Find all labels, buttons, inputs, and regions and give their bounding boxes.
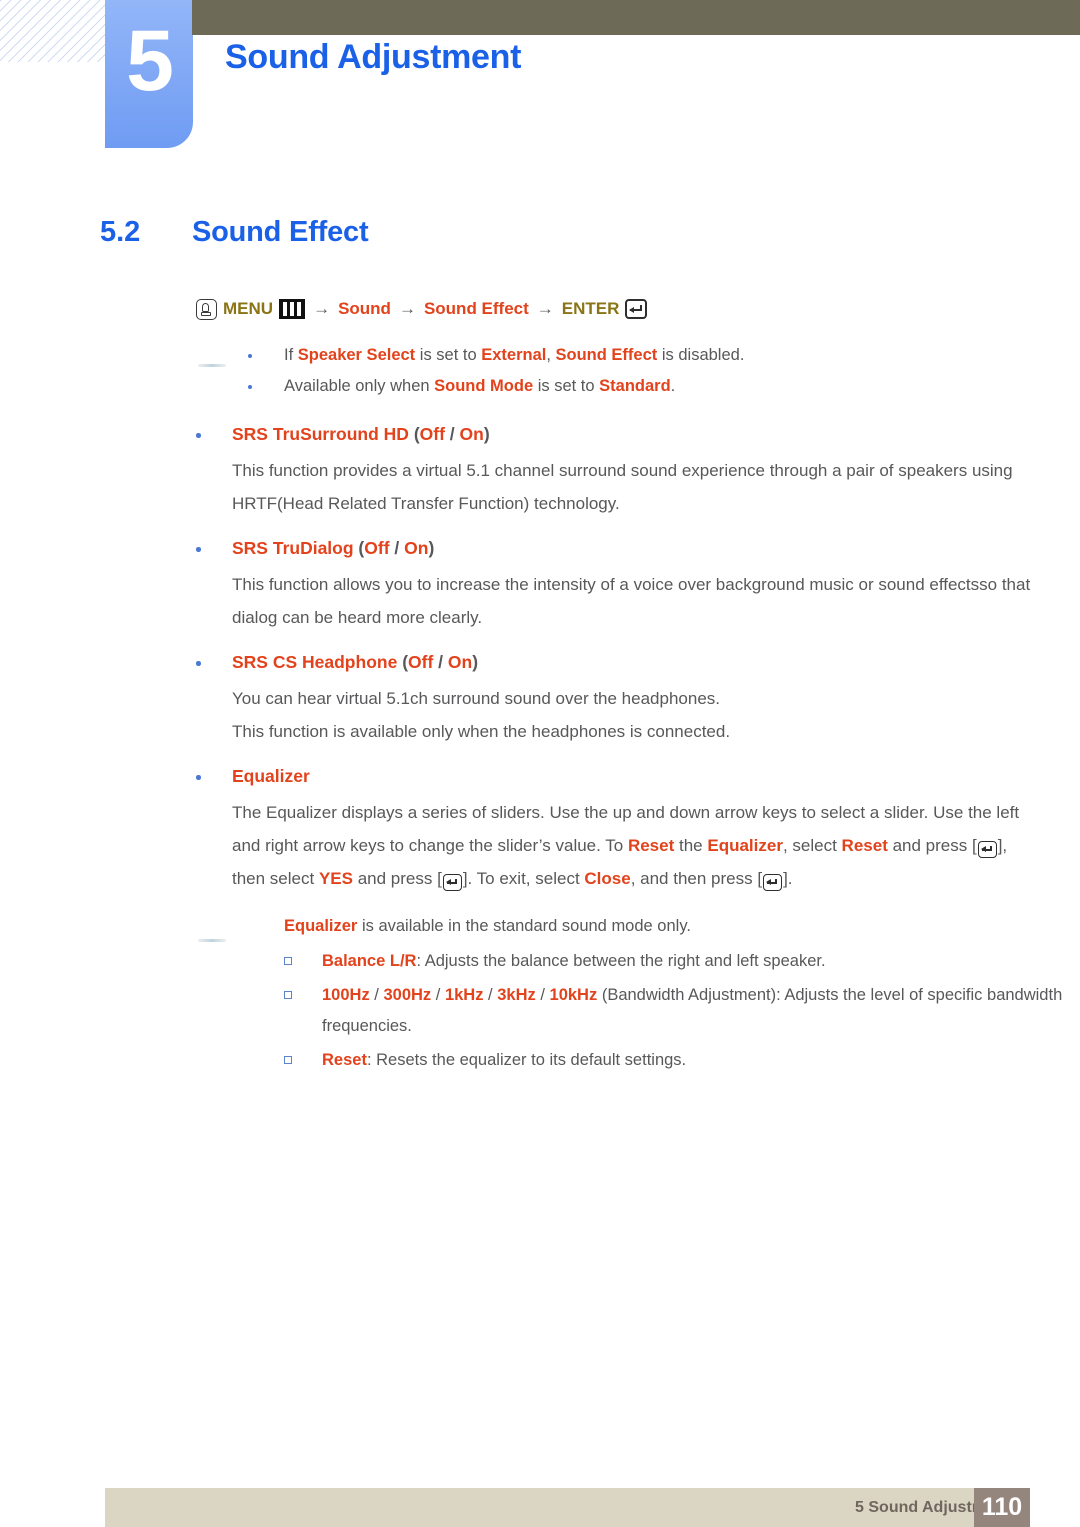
top-notes: If Speaker Select is set to External, So… (0, 340, 1080, 402)
note-item: If Speaker Select is set to External, So… (248, 340, 1080, 371)
chapter-number: 5 (126, 13, 174, 109)
eq-kw-equalizer: Equalizer (707, 836, 783, 855)
item-options: (Off / On) (413, 424, 490, 444)
section-heading: 5.2 Sound Effect (100, 216, 369, 249)
chapter-number-block: 5 (105, 0, 193, 148)
bullet-dot-icon (196, 661, 201, 666)
enter-return-icon (977, 841, 997, 859)
menu-path-enter-label: ENTER (561, 299, 620, 318)
item-title-text: Equalizer (232, 766, 310, 786)
path-arrow-2: → (398, 299, 416, 318)
item-title: SRS TruSurround HD (Off / On) (232, 419, 1080, 450)
eq-kw-yes: YES (318, 869, 353, 888)
equalizer-note: Equalizer is available in the standard s… (284, 911, 1080, 942)
eq-kw-close: Close (584, 869, 631, 888)
list-item-srs-cs-headphone: SRS CS Headphone (Off / On) (196, 647, 1080, 678)
freq-1khz: 1kHz (444, 986, 484, 1004)
menu-path-step-1: Sound (338, 299, 391, 318)
item-paragraph: This function allows you to increase the… (232, 575, 1031, 627)
list-item-srs-trusurround-hd: SRS TruSurround HD (Off / On) (196, 419, 1080, 450)
item-title-text: SRS CS Headphone (232, 652, 398, 672)
bullet-dot-icon (248, 354, 252, 358)
item-paragraph: This function provides a virtual 5.1 cha… (232, 461, 1013, 513)
equalizer-note-text: is available in the standard sound mode … (357, 917, 691, 935)
enter-return-icon (763, 874, 783, 892)
sub-item-reset: Reset: Resets the equalizer to its defau… (284, 1045, 1080, 1076)
eq-seg-8: , and then press [ (630, 869, 763, 888)
equalizer-note-keyword: Equalizer (284, 917, 358, 935)
eq-kw-reset-1: Reset (627, 836, 675, 855)
footer-page-number: 110 (974, 1488, 1030, 1527)
freq-100hz: 100Hz (322, 986, 370, 1004)
item-options: (Off / On) (358, 538, 435, 558)
equalizer-note-block: Equalizer is available in the standard s… (0, 911, 1080, 1076)
menu-bars-icon (279, 299, 306, 319)
section-title: Sound Effect (192, 216, 369, 248)
corner-hatch-decoration (0, 0, 108, 62)
section-number: 5.2 (100, 216, 141, 248)
note-text-2: Available only when Sound Mode is set to… (284, 377, 676, 395)
sub-item-text: : Adjusts the balance between the right … (416, 952, 826, 970)
square-bullet-icon (284, 957, 292, 965)
sub-item-text: : Resets the equalizer to its default se… (366, 1051, 687, 1069)
item-paragraph: This function is available only when the… (232, 722, 731, 741)
square-bullet-icon (284, 991, 292, 999)
freq-sep: / (369, 986, 384, 1004)
menu-path: MENU → Sound → Sound Effect → ENTER (196, 296, 1080, 322)
freq-3khz: 3kHz (497, 986, 536, 1004)
square-bullet-icon (284, 1056, 292, 1064)
note-marker-icon (198, 364, 226, 367)
bullet-dot-icon (196, 547, 201, 552)
freq-10khz: 10kHz (549, 986, 598, 1004)
bullet-dot-icon (196, 775, 201, 780)
eq-seg-9: ]. (783, 869, 793, 888)
item-title-text: SRS TruSurround HD (232, 424, 409, 444)
item-title: SRS TruDialog (Off / On) (232, 533, 1080, 564)
freq-sep: / (483, 986, 498, 1004)
list-item-equalizer: Equalizer (196, 761, 1080, 792)
item-title: Equalizer (232, 761, 1080, 792)
chapter-title: Sound Adjustment (225, 38, 522, 76)
item-title-text: SRS TruDialog (232, 538, 354, 558)
page-content: MENU → Sound → Sound Effect → ENTER If S… (0, 296, 1080, 1076)
eq-seg-3: , select (782, 836, 842, 855)
list-item-srs-trudialog: SRS TruDialog (Off / On) (196, 533, 1080, 564)
sub-item-keyword: Balance L/R (322, 952, 417, 970)
eq-seg-7: ]. To exit, select (462, 869, 585, 888)
note-text-1: If Speaker Select is set to External, So… (284, 346, 745, 364)
sub-item-bandwidth: 100Hz / 300Hz / 1kHz / 3kHz / 10kHz (Ban… (284, 980, 1080, 1042)
bullet-dot-icon (248, 385, 252, 389)
eq-seg-2: the (674, 836, 708, 855)
eq-kw-reset-2: Reset (841, 836, 888, 855)
equalizer-paragraph: The Equalizer displays a series of slide… (232, 796, 1032, 895)
eq-seg-6: and press [ (352, 869, 442, 888)
path-arrow-3: → (536, 299, 554, 318)
menu-path-menu-label: MENU (223, 299, 274, 318)
item-options: (Off / On) (402, 652, 479, 672)
enter-return-icon (625, 299, 648, 319)
sub-item-keyword: Reset (322, 1051, 367, 1069)
path-arrow-1: → (313, 299, 331, 318)
freq-sep: / (431, 986, 445, 1004)
note-marker-icon (198, 939, 226, 942)
item-paragraph: You can hear virtual 5.1ch surround soun… (232, 689, 720, 708)
item-title: SRS CS Headphone (Off / On) (232, 647, 1080, 678)
bullet-dot-icon (196, 433, 201, 438)
press-hand-icon (196, 298, 217, 320)
freq-300hz: 300Hz (383, 986, 432, 1004)
enter-return-icon (442, 874, 462, 892)
freq-sep: / (535, 986, 550, 1004)
sub-item-balance: Balance L/R: Adjusts the balance between… (284, 946, 1080, 977)
header-olive-bar (192, 0, 1080, 35)
eq-seg-4: and press [ (887, 836, 977, 855)
note-item: Available only when Sound Mode is set to… (248, 371, 1080, 402)
menu-path-step-2: Sound Effect (423, 299, 529, 318)
